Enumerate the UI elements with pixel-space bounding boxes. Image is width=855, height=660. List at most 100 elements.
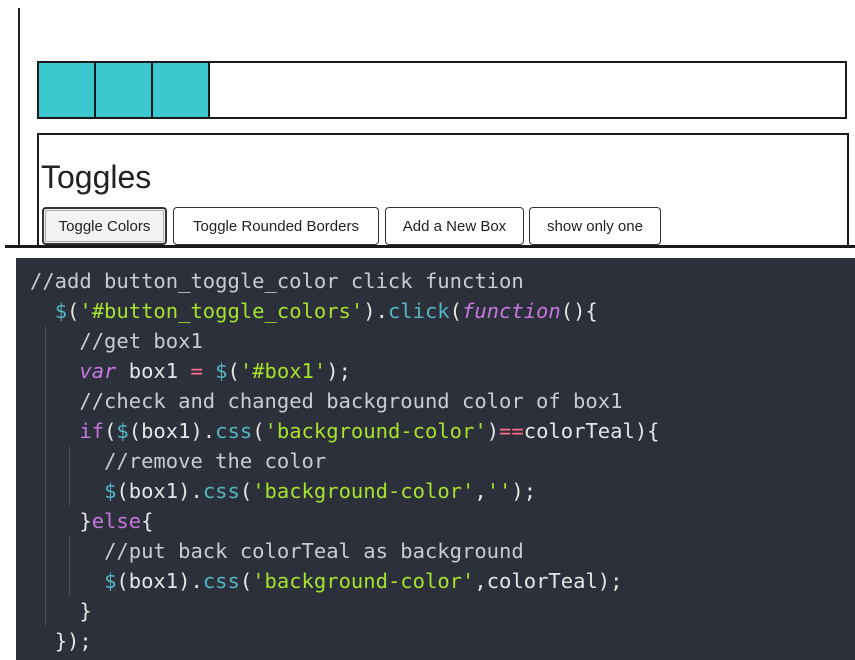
code-token: //add button_toggle_color click function [30,269,524,293]
code-line: } [16,596,855,626]
indent-guide [69,566,71,596]
toggles-panel: Toggles Toggle Colors Toggle Rounded Bor… [37,133,849,247]
code-token: if [79,419,105,443]
code-token: $ [104,479,117,503]
indent-guide [69,446,71,476]
code-line: var box1 = $('#box1'); [16,356,855,386]
code-token: colorTeal){ [523,419,660,443]
code-token: $ [54,299,68,323]
code-token: } [79,509,92,533]
code-token: //remove the color [104,449,327,473]
code-line: //put back colorTeal as background [16,536,855,566]
code-token: ( [239,479,253,503]
code-token: '#button_toggle_colors' [79,299,364,323]
code-token: click [387,299,450,323]
code-line: //get box1 [16,326,855,356]
code-token: //put back colorTeal as background [104,539,524,563]
indent-guide [44,416,46,446]
indent-guide [44,596,46,626]
code-token: (box1). [128,419,216,443]
code-line: //check and changed background color of … [16,386,855,416]
code-token: }); [54,629,92,653]
code-token: ) [486,419,500,443]
code-token: $ [116,419,129,443]
code-token: } [79,599,92,623]
box-2[interactable] [96,63,153,117]
code-token: css [202,479,240,503]
boxes-container [37,61,847,119]
code-token: ). [363,299,388,323]
code-token: , [474,479,487,503]
code-line: }); [16,626,855,656]
code-token: css [202,569,240,593]
code-token: ); [326,359,351,383]
code-token: //get box1 [79,329,203,353]
code-token: ( [104,419,117,443]
code-token: { [141,509,154,533]
code-token: css [215,419,253,443]
code-token: function [462,299,561,323]
code-token: (){ [560,299,598,323]
code-line: //remove the color [16,446,855,476]
code-token: (box1). [116,569,203,593]
code-token: 'background-color' [264,419,487,443]
code-token: else [91,509,142,533]
indent-guide [44,506,46,536]
indent-guide [69,476,71,506]
code-token: //check and changed background color of … [79,389,623,413]
code-token: box1 [116,359,191,383]
indent-guide [44,476,46,506]
code-token: ( [252,419,265,443]
indent-guide [44,356,46,386]
code-token: ,colorTeal); [474,569,623,593]
code-line: if($(box1).css('background-color')==colo… [16,416,855,446]
code-token: ); [511,479,537,503]
code-token: '#box1' [239,359,327,383]
indent-guide [44,386,46,416]
code-line: $(box1).css('background-color',colorTeal… [16,566,855,596]
toggle-colors-button[interactable]: Toggle Colors [42,207,167,245]
code-line: //add button_toggle_color click function [16,266,855,296]
box-3[interactable] [153,63,210,117]
code-editor[interactable]: //add button_toggle_color click function… [16,258,855,660]
code-token: ( [239,569,253,593]
show-only-one-button[interactable]: show only one [529,207,661,245]
code-token: 'background-color' [252,479,475,503]
code-token: == [499,419,524,443]
code-token: (box1). [116,479,203,503]
box-1[interactable] [39,63,96,117]
indent-guide [44,566,46,596]
toggle-rounded-borders-button[interactable]: Toggle Rounded Borders [173,207,379,245]
indent-guide [44,536,46,566]
indent-guide [44,326,46,356]
code-line: }else{ [16,506,855,536]
toggles-title: Toggles [41,159,152,195]
code-token: $ [215,359,228,383]
add-new-box-button[interactable]: Add a New Box [385,207,524,245]
code-token: ( [67,299,80,323]
indent-guide [69,536,71,566]
code-token: ( [449,299,462,323]
code-token: 'background-color' [252,569,475,593]
code-token: var [79,359,117,383]
code-token: $ [104,569,117,593]
section-gap [0,248,855,258]
page-left-rule [18,8,20,255]
code-token: ( [227,359,240,383]
code-line: $('#button_toggle_colors').click(functio… [16,296,855,326]
code-token: = [190,359,203,383]
code-line: $(box1).css('background-color',''); [16,476,855,506]
